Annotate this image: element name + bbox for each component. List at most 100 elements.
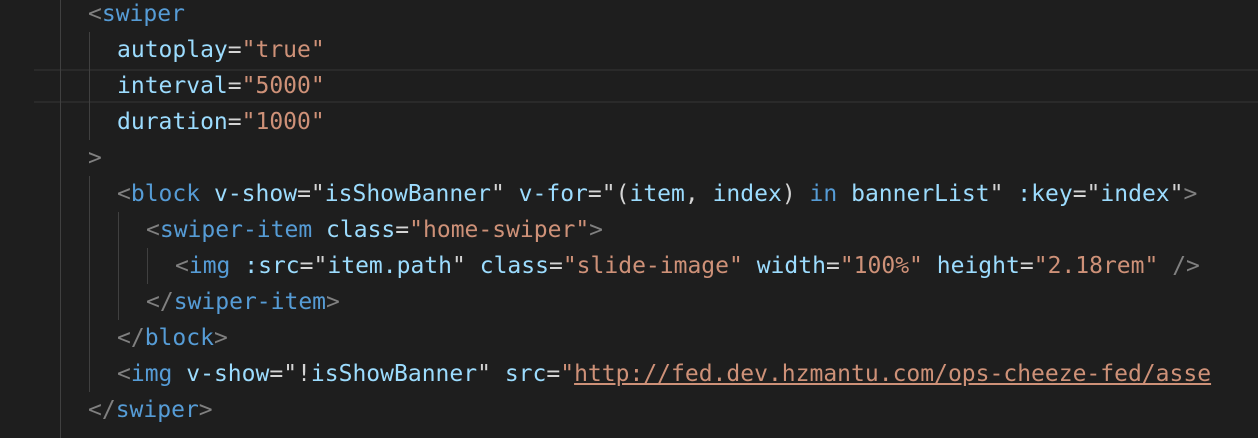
code-line-content: <swiper	[88, 0, 185, 32]
code-token: bannerList	[851, 181, 990, 207]
code-token: >	[88, 145, 102, 171]
code-token: <	[88, 1, 102, 27]
code-token: =	[227, 109, 242, 135]
code-token: =	[299, 253, 314, 279]
code-token: <	[117, 361, 131, 387]
code-token: img	[188, 253, 231, 279]
code-token: >	[213, 325, 228, 351]
code-token: isShowBanner	[310, 361, 478, 387]
code-token: "	[452, 253, 466, 279]
code-token: >	[589, 217, 604, 243]
code-token: =	[546, 361, 561, 387]
code-token: http://fed.dev.hzmantu.com/ops-cheeze-fe…	[574, 361, 1212, 387]
code-line[interactable]: </swiper-item>	[0, 284, 1258, 320]
code-token: "	[1169, 181, 1184, 207]
code-token: "	[490, 181, 505, 207]
code-token: v-show	[186, 361, 270, 387]
code-line[interactable]: interval="5000"	[0, 68, 1258, 104]
code-line-content: </swiper>	[88, 392, 213, 428]
code-token: :key	[1017, 181, 1073, 207]
code-token: interval	[117, 73, 228, 99]
code-token: <	[146, 217, 160, 243]
code-line-content: <img v-show="!isShowBanner" src="http://…	[117, 356, 1211, 392]
code-token: =	[395, 217, 410, 243]
code-token: "!	[283, 361, 311, 387]
code-token: duration	[117, 109, 228, 135]
code-token: autoplay	[117, 37, 228, 63]
code-token: "home-swiper"	[409, 217, 590, 243]
code-line[interactable]: <img :src="item.path" class="slide-image…	[0, 248, 1258, 284]
code-token: img	[130, 361, 173, 387]
indent-guide	[147, 248, 148, 284]
code-token: src	[504, 361, 547, 387]
code-token: "true"	[241, 37, 325, 63]
code-token: "	[313, 253, 328, 279]
code-token: "5000"	[241, 73, 325, 99]
code-token: class	[326, 217, 396, 243]
code-token: />	[1172, 253, 1200, 279]
code-line-content: <swiper-item class="home-swiper">	[146, 212, 603, 248]
code-token: :src	[244, 253, 300, 279]
code-line-content: >	[88, 140, 102, 176]
code-token: v-for	[518, 181, 588, 207]
code-line[interactable]: </block>	[0, 320, 1258, 356]
code-line[interactable]: <swiper	[0, 0, 1258, 32]
code-line[interactable]: <swiper-item class="home-swiper">	[0, 212, 1258, 248]
code-token: "	[989, 181, 1004, 207]
code-token: >	[1183, 181, 1198, 207]
indent-guide	[89, 176, 90, 392]
code-line[interactable]: </swiper>	[0, 392, 1258, 428]
code-token: =	[297, 181, 311, 207]
code-line-content: <img :src="item.path" class="slide-image…	[175, 248, 1200, 284]
code-token: "2.18rem"	[1033, 253, 1159, 279]
code-token: <	[175, 253, 189, 279]
code-token: block	[130, 181, 201, 207]
code-token: =	[1072, 181, 1087, 207]
code-line-content: interval="5000"	[117, 68, 325, 104]
code-token: "	[560, 361, 575, 387]
code-token: isShowBanner	[324, 181, 491, 207]
code-editor[interactable]: <swiper autoplay="true" interval="5000" dur…	[0, 0, 1258, 438]
indent-guide	[60, 0, 61, 438]
code-line[interactable]: <block v-show="isShowBanner" v-for="(ite…	[0, 176, 1258, 212]
code-token: =	[587, 181, 602, 207]
code-token: in	[809, 181, 838, 207]
code-token: <	[117, 181, 131, 207]
code-line-content: autoplay="true"	[117, 32, 325, 68]
indent-guide	[89, 32, 90, 140]
code-line[interactable]: duration="1000"	[0, 104, 1258, 140]
code-line[interactable]: <img v-show="!isShowBanner" src="http://…	[0, 356, 1258, 392]
code-token: "100%"	[839, 253, 923, 279]
code-token: "(	[601, 181, 630, 207]
code-token: width	[756, 253, 826, 279]
code-token: </	[88, 397, 116, 423]
code-token: index	[712, 181, 782, 207]
code-token: =	[227, 73, 242, 99]
code-line[interactable]: >	[0, 140, 1258, 176]
indent-guide	[118, 212, 119, 320]
code-line-content: <block v-show="isShowBanner" v-for="(ite…	[117, 176, 1197, 212]
code-token: "	[477, 361, 491, 387]
code-token: =	[269, 361, 284, 387]
code-token: </	[146, 289, 174, 315]
code-line[interactable]: autoplay="true"	[0, 32, 1258, 68]
code-line-content: duration="1000"	[117, 104, 325, 140]
code-token: "1000"	[241, 109, 325, 135]
code-token: </	[117, 325, 145, 351]
code-token: >	[326, 289, 340, 315]
code-token: >	[198, 397, 213, 423]
code-token: "	[1086, 181, 1101, 207]
code-token: height	[936, 253, 1020, 279]
code-token: =	[227, 37, 242, 63]
code-line-content: </block>	[117, 320, 228, 356]
code-token: =	[825, 253, 840, 279]
code-token: swiper-item	[173, 289, 327, 315]
